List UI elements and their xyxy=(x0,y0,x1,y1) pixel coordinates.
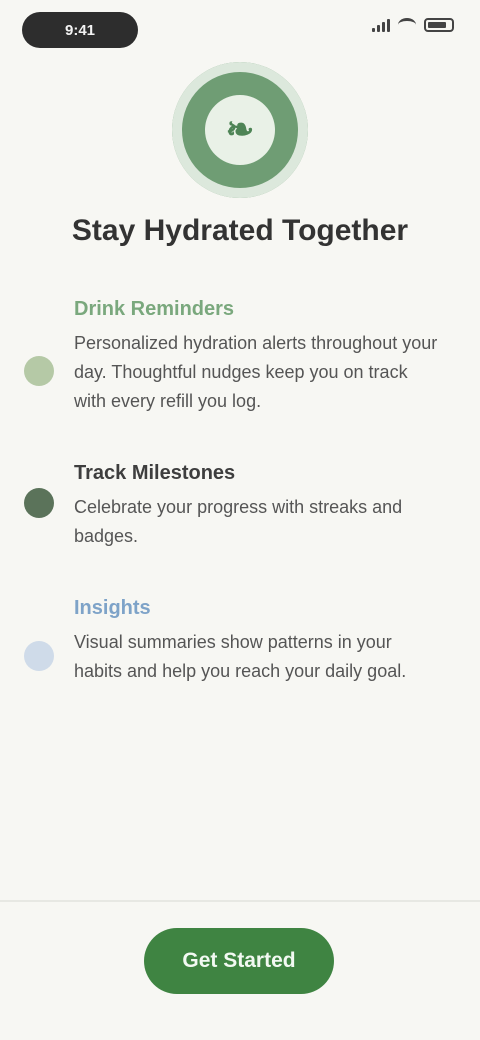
bottom-divider xyxy=(0,900,480,902)
feature-title: Drink Reminders xyxy=(74,298,235,320)
hero-emblem: ❧ xyxy=(172,62,308,198)
feature-desc: Personalized hydration alerts throughout… xyxy=(74,333,438,411)
status-bar: 9:41 xyxy=(0,0,480,64)
feature-desc: Celebrate your progress with streaks and… xyxy=(74,497,403,546)
signal-icon xyxy=(372,18,390,32)
feature-desc: Visual summaries show patterns in your h… xyxy=(74,632,407,681)
feature-item-milestones: Track Milestones Celebrate your progress… xyxy=(22,462,442,551)
get-started-button[interactable]: Get Started xyxy=(144,928,334,994)
status-icons xyxy=(372,18,454,32)
feature-reminders-icon xyxy=(24,356,54,386)
battery-icon xyxy=(424,18,454,32)
feature-item-reminders: Drink Reminders Personalized hydration a… xyxy=(22,298,442,416)
feature-title: Track Milestones xyxy=(74,462,236,484)
status-time: 9:41 xyxy=(22,12,138,48)
wifi-icon xyxy=(398,18,416,32)
feature-item-insights: Insights Visual summaries show patterns … xyxy=(22,597,442,686)
page-title: Stay Hydrated Together xyxy=(71,214,409,247)
leaf-emblem-icon: ❧ xyxy=(205,95,275,165)
feature-list: Drink Reminders Personalized hydration a… xyxy=(22,298,442,732)
feature-title: Insights xyxy=(74,597,151,619)
feature-milestones-icon xyxy=(24,488,54,518)
feature-insights-icon xyxy=(24,641,54,671)
